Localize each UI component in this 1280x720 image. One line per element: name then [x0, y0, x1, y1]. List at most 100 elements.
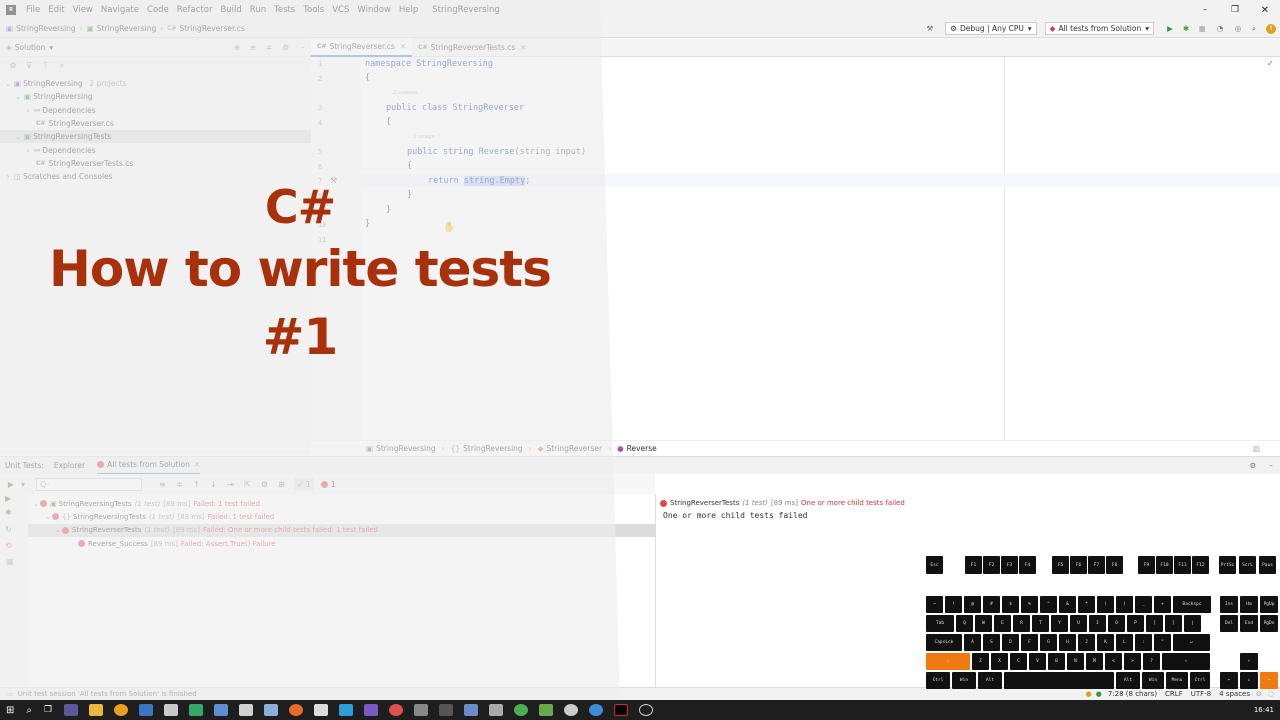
build-hammer-icon[interactable]: ⚒	[927, 24, 934, 33]
keyboard-key[interactable]: F9	[1138, 556, 1155, 574]
group-icon[interactable]: ⊞	[273, 480, 290, 489]
breadcrumb-item[interactable]: StringReversing	[376, 444, 436, 453]
taskbar-app-icon[interactable]	[189, 704, 204, 716]
keyboard-key[interactable]: _	[1135, 596, 1152, 613]
test-search-input[interactable]: Q-	[36, 477, 142, 491]
chevron-down-icon[interactable]: ▾	[18, 480, 28, 489]
chevron-down-icon[interactable]: ▾	[49, 43, 53, 52]
keyboard-key[interactable]: P	[1127, 615, 1144, 632]
run-icon[interactable]: ▶	[1162, 24, 1178, 33]
keyboard-key[interactable]: O	[1108, 615, 1125, 632]
keyboard-key[interactable]: J	[1078, 634, 1095, 651]
keyboard-key[interactable]: A	[964, 634, 981, 651]
keyboard-key[interactable]: M	[1086, 653, 1103, 670]
keyboard-key[interactable]: Esc	[926, 556, 943, 574]
keyboard-key[interactable]: Alt	[1116, 672, 1140, 689]
profiler-icon[interactable]: ◔	[1210, 24, 1230, 33]
keyboard-key[interactable]: F2	[983, 556, 1000, 574]
keyboard-key[interactable]: F5	[1052, 556, 1069, 574]
keyboard-key[interactable]: Hm	[1240, 596, 1258, 613]
keyboard-key[interactable]: Win	[952, 672, 976, 689]
keyboard-key[interactable]: Menu	[1166, 672, 1188, 689]
keyboard-key[interactable]: :	[1135, 634, 1152, 651]
keyboard-key[interactable]: $	[1002, 596, 1019, 613]
keyboard-key[interactable]: *	[1078, 596, 1095, 613]
keyboard-key[interactable]: ↓	[1240, 672, 1258, 689]
keyboard-key[interactable]: C	[1010, 653, 1027, 670]
reader-mode-icon[interactable]: ▥	[1253, 444, 1260, 453]
keyboard-key[interactable]: F1	[965, 556, 982, 574]
keyboard-key[interactable]: F10	[1156, 556, 1173, 574]
file-encoding[interactable]: UTF-8	[1191, 690, 1211, 698]
keyboard-key[interactable]: Del	[1220, 615, 1238, 632]
taskbar-app-icon[interactable]	[239, 704, 254, 716]
filter-text-icon[interactable]: ⊤	[38, 61, 54, 70]
taskbar-app-icon[interactable]	[114, 704, 129, 716]
search-icon[interactable]: ⌕	[1246, 24, 1262, 34]
line-ending[interactable]: CRLF	[1165, 690, 1183, 698]
inspection-ok-icon[interactable]: ✓	[1267, 59, 1274, 68]
keyboard-key[interactable]: X	[991, 653, 1008, 670]
hide-panel-icon[interactable]: –	[1262, 461, 1280, 470]
status-ok-icon[interactable]: ●	[1096, 690, 1102, 698]
notifications-icon[interactable]: ◌	[1268, 690, 1274, 698]
search-icon[interactable]: ⌕	[26, 705, 32, 716]
nav-crumb-solution[interactable]: StringReversing	[16, 24, 76, 33]
keyboard-key[interactable]: F3	[1001, 556, 1018, 574]
stop-icon[interactable]: ■	[6, 557, 14, 566]
expand-all-icon[interactable]: ≡	[245, 43, 261, 52]
cursor-position[interactable]: 7:28 (8 chars)	[1108, 690, 1157, 698]
taskbar-app-icon[interactable]	[539, 704, 554, 716]
menu-window[interactable]: Window	[357, 5, 391, 15]
failed-filter[interactable]: 1	[318, 478, 339, 490]
test-row[interactable]: ⌄ ▣ StringReversingTests (1 test) [89 ms…	[28, 497, 655, 510]
keyboard-key[interactable]: Y	[1051, 615, 1068, 632]
clock[interactable]: 16:41	[1254, 706, 1274, 714]
tree-item-dependencies[interactable]: › ⚯ Dependencies	[0, 143, 311, 156]
settings-icon[interactable]: ⚙	[6, 61, 20, 70]
menu-tests[interactable]: Tests	[274, 5, 295, 15]
coverage-icon[interactable]: ◎	[1230, 24, 1246, 33]
close-tab-icon[interactable]: ✕	[400, 42, 406, 51]
breadcrumb-item[interactable]: StringReversing	[463, 444, 523, 453]
status-indicator-icon[interactable]: ●	[1086, 690, 1092, 698]
indent-setting[interactable]: 4 spaces	[1219, 690, 1250, 698]
tab-explorer[interactable]: Explorer	[54, 461, 85, 470]
keyboard-key[interactable]: ScrL	[1239, 556, 1256, 574]
keyboard-key[interactable]: ←	[1220, 672, 1238, 689]
next-icon[interactable]: ↓	[205, 480, 222, 489]
taskbar-app-icon[interactable]	[364, 704, 379, 716]
collapse-all-icon[interactable]: ≑	[261, 43, 277, 52]
keyboard-key[interactable]: B	[1048, 653, 1065, 670]
keyboard-key[interactable]: "	[1154, 634, 1171, 651]
keyboard-key[interactable]: Ins	[1220, 596, 1238, 613]
nav-crumb-file[interactable]: StringReverser.cs	[179, 24, 244, 33]
export-icon[interactable]: ⇱	[239, 480, 256, 489]
close-tab-icon[interactable]: ✕	[520, 43, 526, 52]
keyboard-key[interactable]: W	[975, 615, 992, 632]
taskbar-app-icon[interactable]	[139, 704, 154, 716]
taskbar-app-icon[interactable]	[564, 704, 579, 716]
taskbar-app-icon[interactable]	[264, 704, 279, 716]
gear-icon[interactable]: ⚙	[1244, 461, 1262, 470]
keyboard-key[interactable]: F4	[1019, 556, 1036, 574]
task-view-icon[interactable]: ❐	[44, 705, 52, 715]
keyboard-key[interactable]: N	[1067, 653, 1084, 670]
keyboard-key[interactable]: ↵	[1173, 634, 1210, 651]
keyboard-key[interactable]: K	[1097, 634, 1114, 651]
keyboard-key[interactable]: PrtSc	[1219, 556, 1236, 574]
keyboard-key[interactable]: Q	[956, 615, 973, 632]
tree-item-test-project[interactable]: ⌄ ▣ StringReversingTests	[0, 130, 311, 144]
usage-hint[interactable]: 1 usage	[413, 134, 435, 140]
maximize-icon[interactable]: ❐	[1220, 5, 1250, 15]
breadcrumb-item[interactable]: StringReverser	[546, 444, 602, 453]
passed-filter[interactable]: ✓ 1	[294, 478, 314, 490]
file-explorer-icon[interactable]	[89, 704, 104, 716]
debug-icon[interactable]: ✱	[1178, 24, 1194, 33]
keyboard-key[interactable]: L	[1116, 634, 1133, 651]
keyboard-key[interactable]: →	[1260, 672, 1278, 689]
keyboard-key[interactable]: [	[1146, 615, 1163, 632]
close-tab-icon[interactable]: ✕	[194, 460, 200, 469]
previous-icon[interactable]: ↑	[188, 480, 205, 489]
keyboard-key[interactable]: ⇧	[1162, 653, 1210, 670]
